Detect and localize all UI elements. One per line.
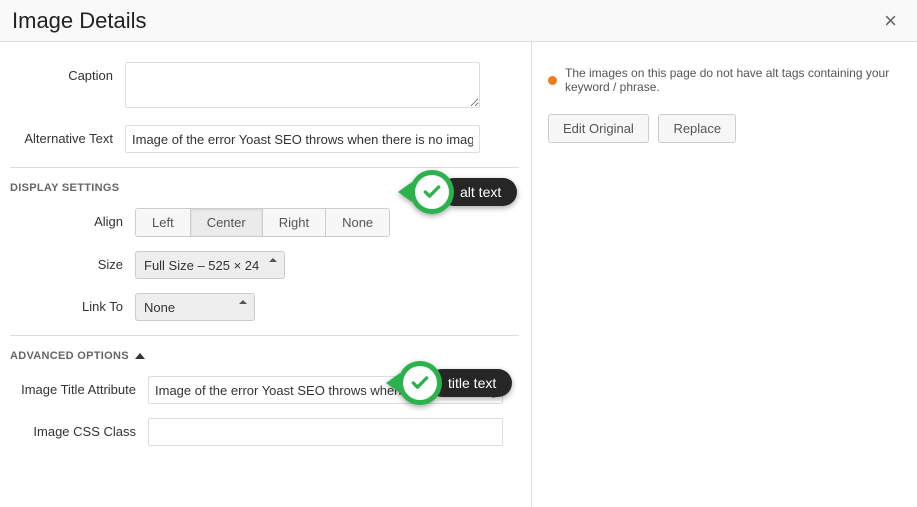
- caption-row: Caption: [0, 62, 531, 111]
- modal-body: Caption Alternative Text DISPLAY SETTING…: [0, 42, 917, 507]
- align-button-group: Left Center Right None: [135, 208, 390, 237]
- caption-textarea[interactable]: [125, 62, 480, 108]
- css-class-input[interactable]: [148, 418, 503, 446]
- size-control: Full Size – 525 × 24: [135, 251, 519, 279]
- align-none-button[interactable]: None: [326, 209, 389, 236]
- chevron-up-icon: [135, 353, 145, 359]
- callout-badge: [410, 170, 454, 214]
- modal-header: Image Details ×: [0, 0, 917, 42]
- advanced-options-label: ADVANCED OPTIONS: [10, 350, 129, 362]
- seo-notice-text: The images on this page do not have alt …: [565, 66, 901, 94]
- size-row: Size Full Size – 525 × 24: [10, 251, 519, 279]
- size-label: Size: [10, 251, 135, 272]
- linkto-select[interactable]: None: [135, 293, 255, 321]
- checkmark-icon: [410, 373, 430, 393]
- size-select-wrap: Full Size – 525 × 24: [135, 251, 285, 279]
- modal-title: Image Details: [12, 8, 147, 34]
- right-panel: The images on this page do not have alt …: [531, 42, 917, 507]
- callout-badge: [398, 361, 442, 405]
- title-text-callout: title text: [386, 361, 512, 405]
- close-icon[interactable]: ×: [884, 8, 897, 34]
- replace-button[interactable]: Replace: [658, 114, 736, 143]
- status-dot-icon: [548, 76, 557, 85]
- css-class-control: [148, 418, 519, 446]
- caption-control: [125, 62, 531, 111]
- css-class-label: Image CSS Class: [10, 418, 148, 439]
- size-select[interactable]: Full Size – 525 × 24: [135, 251, 285, 279]
- linkto-select-wrap: None: [135, 293, 255, 321]
- seo-notice: The images on this page do not have alt …: [548, 66, 901, 94]
- alt-text-control: [125, 125, 531, 153]
- edit-original-button[interactable]: Edit Original: [548, 114, 649, 143]
- alt-text-input[interactable]: [125, 125, 480, 153]
- align-left-button[interactable]: Left: [136, 209, 191, 236]
- caption-label: Caption: [0, 62, 125, 83]
- linkto-label: Link To: [10, 293, 135, 314]
- title-attr-label: Image Title Attribute: [10, 376, 148, 397]
- align-label: Align: [10, 208, 135, 229]
- left-panel: Caption Alternative Text DISPLAY SETTING…: [0, 42, 531, 507]
- alt-text-label: Alternative Text: [0, 125, 125, 146]
- align-right-button[interactable]: Right: [263, 209, 326, 236]
- alt-text-callout: alt text: [398, 170, 517, 214]
- linkto-row: Link To None: [10, 293, 519, 321]
- checkmark-icon: [422, 182, 442, 202]
- align-center-button[interactable]: Center: [191, 209, 263, 236]
- alt-text-row: Alternative Text: [0, 125, 531, 153]
- linkto-control: None: [135, 293, 519, 321]
- css-class-row: Image CSS Class: [10, 418, 519, 446]
